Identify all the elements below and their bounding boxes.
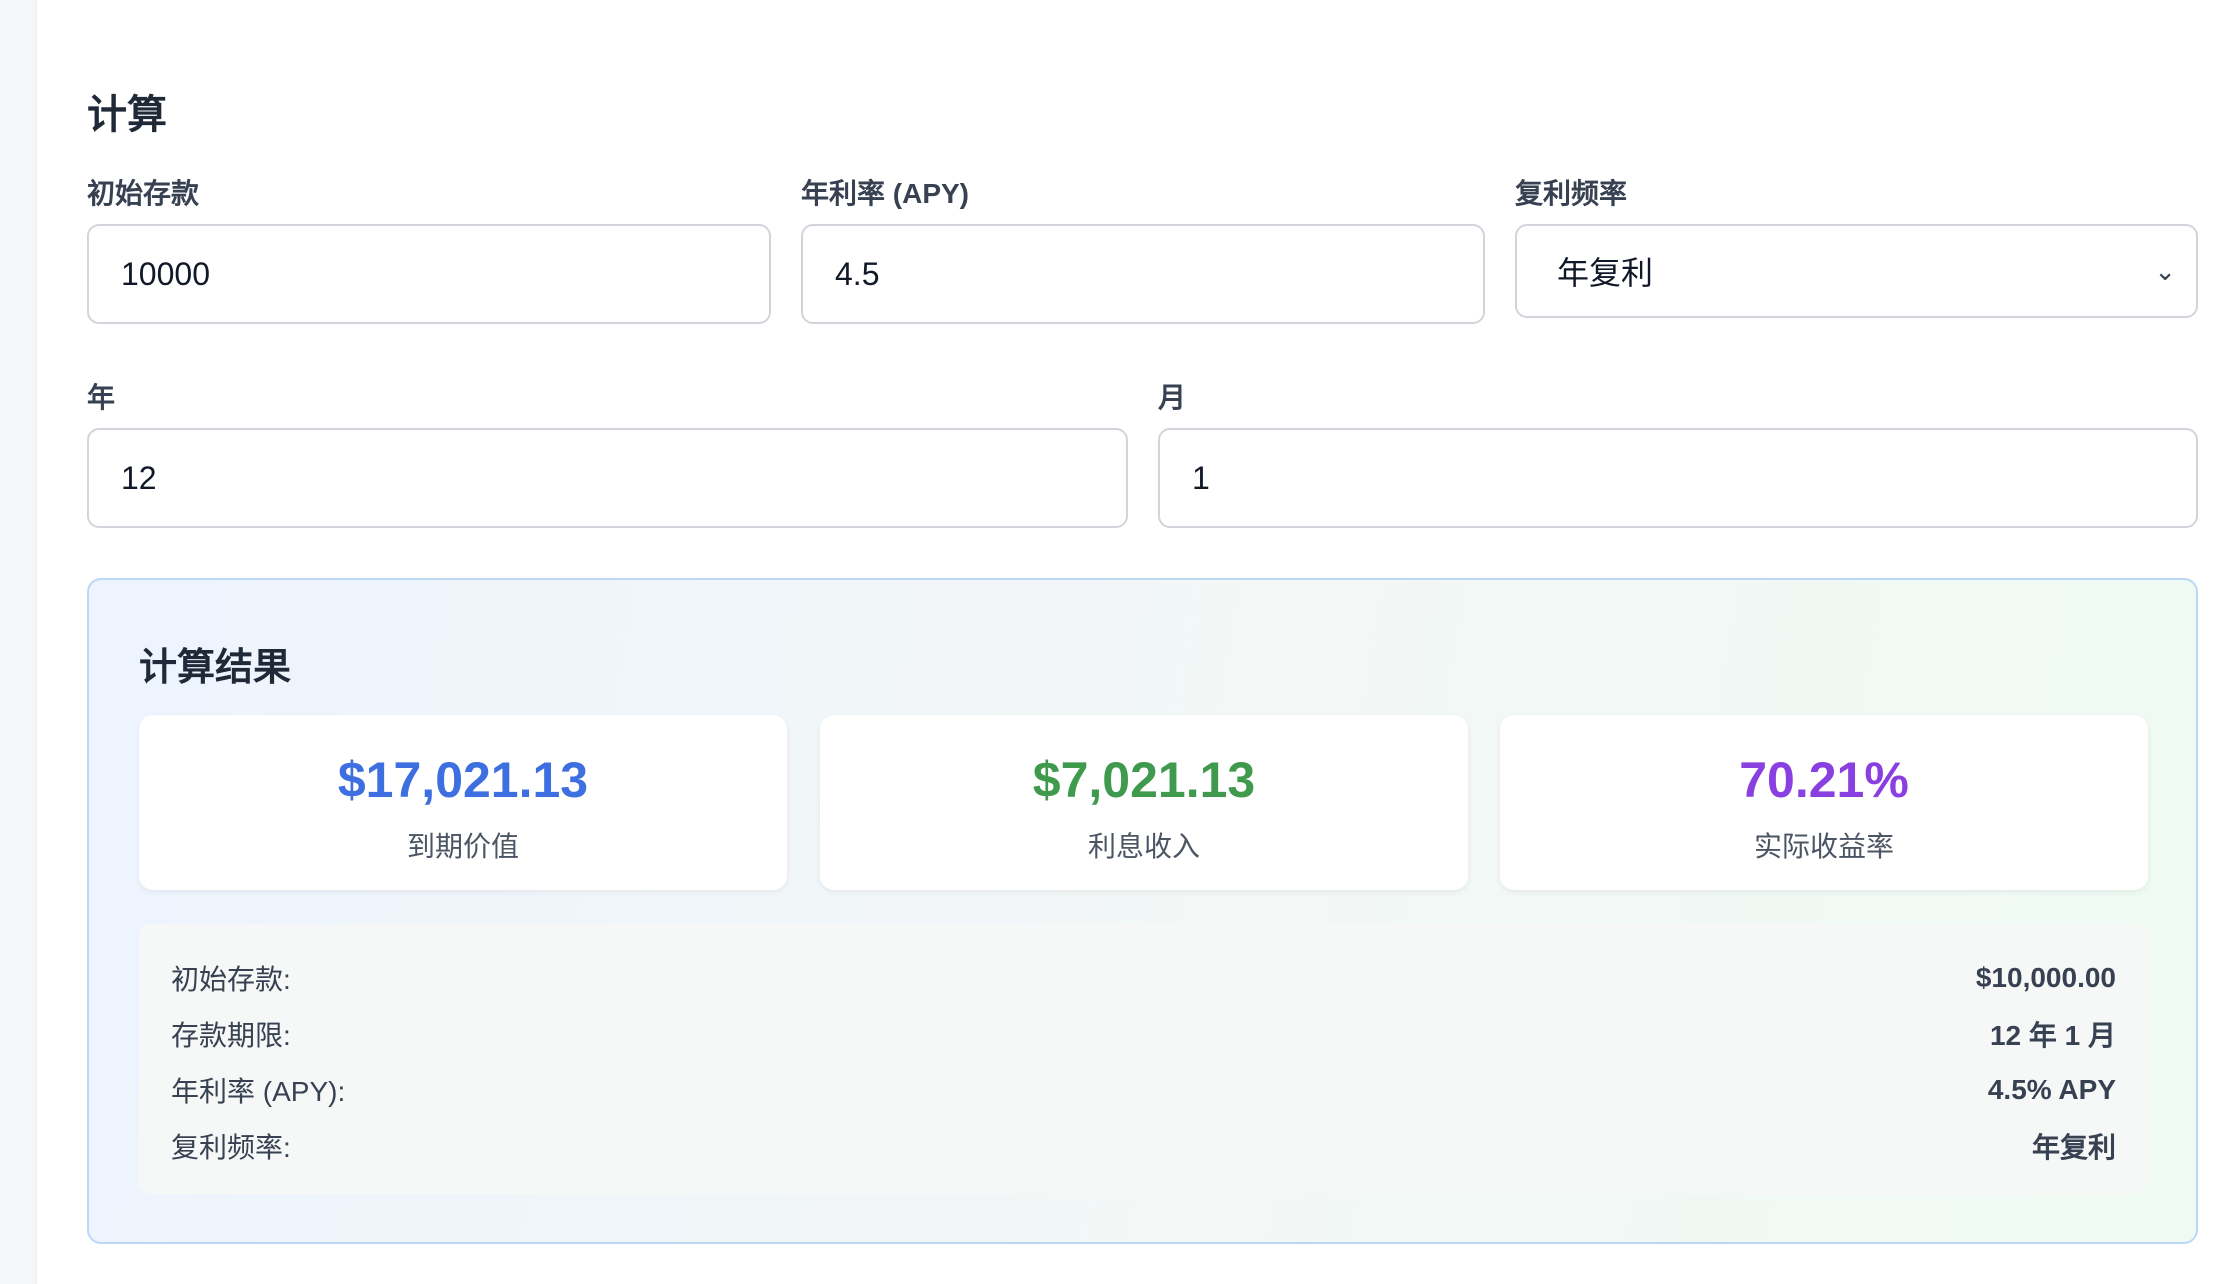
detail-row-frequency: 复利频率: 年复利 (171, 1126, 2116, 1166)
detail-key: 复利频率: (171, 1132, 291, 1163)
detail-row-rate: 年利率 (APY): 4.5% APY (171, 1070, 2116, 1110)
detail-row-deposit: 初始存款: $10,000.00 (171, 958, 2116, 998)
results-panel: 计算结果 $17,021.13 到期价值 $7,021.13 利息收入 70.2… (87, 578, 2198, 1244)
detail-key: 存款期限: (171, 1020, 291, 1051)
chevron-down-icon: ⌄ (2154, 255, 2176, 286)
months-input[interactable] (1192, 459, 2164, 497)
effective-yield-value: 70.21% (1739, 752, 1909, 808)
frequency-select[interactable]: 年复利 ⌄ (1515, 224, 2198, 318)
detail-value: 4.5% APY (1987, 1074, 2116, 1105)
interest-income-value: $7,021.13 (1032, 752, 1256, 808)
deposit-field[interactable] (87, 224, 771, 324)
frequency-label: 复利频率 (1515, 178, 1628, 209)
effective-yield-label: 实际收益率 (1753, 831, 1894, 862)
interest-income-label: 利息收入 (1087, 831, 1200, 862)
years-field[interactable] (87, 428, 1128, 528)
detail-value: 年复利 (2031, 1132, 2116, 1163)
rate-input[interactable] (835, 255, 1451, 293)
section-title: 计算 (87, 93, 167, 137)
detail-key: 初始存款: (171, 964, 291, 995)
calculator-page: 计算 初始存款 年利率 (APY) 复利频率 年复利 ⌄ 年 月 计算结果 $1… (36, 0, 2240, 1284)
deposit-input[interactable] (121, 255, 737, 293)
maturity-value-card: $17,021.13 到期价值 (139, 715, 787, 890)
months-label: 月 (1158, 382, 1187, 413)
detail-value: $10,000.00 (1975, 962, 2116, 993)
years-label: 年 (87, 382, 116, 413)
detail-key: 年利率 (APY): (171, 1076, 346, 1107)
maturity-value-label: 到期价值 (406, 831, 519, 862)
interest-income-card: $7,021.13 利息收入 (820, 715, 1468, 890)
detail-value: 12 年 1 月 (1989, 1020, 2116, 1051)
years-input[interactable] (121, 459, 1094, 497)
rate-label: 年利率 (APY) (801, 178, 970, 209)
detail-row-term: 存款期限: 12 年 1 月 (171, 1014, 2116, 1054)
frequency-selected-value: 年复利 (1557, 255, 1654, 291)
deposit-label: 初始存款 (87, 178, 200, 209)
rate-field[interactable] (801, 224, 1485, 324)
results-title: 计算结果 (139, 647, 292, 689)
months-field[interactable] (1158, 428, 2198, 528)
effective-yield-card: 70.21% 实际收益率 (1500, 715, 2148, 890)
details-summary: 初始存款: $10,000.00 存款期限: 12 年 1 月 年利率 (APY… (139, 924, 2148, 1194)
maturity-value: $17,021.13 (337, 752, 589, 808)
